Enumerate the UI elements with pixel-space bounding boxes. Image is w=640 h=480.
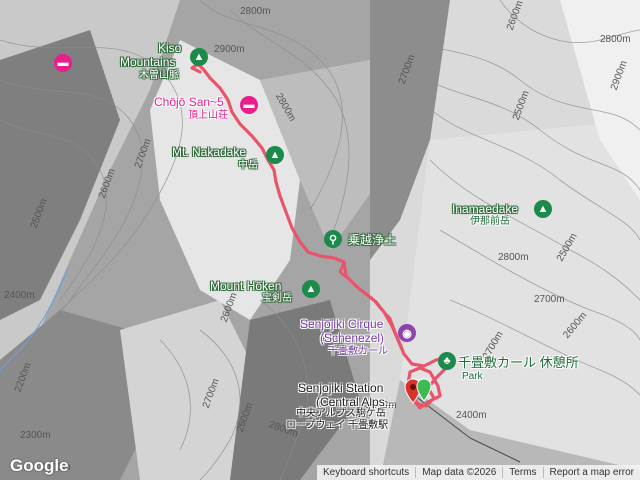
- station-label: Senjojiki Station: [298, 381, 384, 395]
- report-error-link[interactable]: Report a map error: [544, 467, 640, 478]
- keyboard-shortcuts-link[interactable]: Keyboard shortcuts: [317, 467, 415, 478]
- contour-label: 2300m: [20, 430, 51, 441]
- contour-label: 2800m: [498, 252, 529, 263]
- rest-label: 千畳敷カール 休憩所: [458, 355, 579, 370]
- cirque-label: Senjōjiki Cirque: [300, 317, 384, 331]
- nakadake-label-jp: 中岳: [238, 160, 258, 171]
- nakadake-label: Mt. Nakadake: [172, 145, 247, 159]
- contour-label: 2700m: [534, 294, 565, 305]
- station-label-jp: 中央アルプス駒ケ岳: [296, 408, 386, 419]
- camera-icon[interactable]: ◉: [398, 324, 416, 342]
- hiking-icon[interactable]: ⚲: [324, 230, 342, 248]
- hoken-label-jp: 宝剣岳: [262, 293, 292, 304]
- mountain-icon[interactable]: ▲: [190, 48, 208, 66]
- norikoshi-label: 乗越浄土: [348, 233, 397, 247]
- contour-label: 2400m: [456, 410, 487, 421]
- hotel-icon[interactable]: ▬: [240, 96, 258, 114]
- kiso-label-jp: 木曽山脈: [139, 70, 179, 81]
- inamaedake-label: Inamaedake: [452, 202, 519, 216]
- chojo-label-jp: 頂上山荘: [188, 110, 228, 121]
- mountain-icon[interactable]: ▲: [302, 280, 320, 298]
- park-icon[interactable]: ♣: [438, 352, 456, 370]
- terms-link[interactable]: Terms: [503, 467, 542, 478]
- contour-label: 2800m: [240, 6, 271, 17]
- attribution-bar: Keyboard shortcuts Map data ©2026 Terms …: [317, 465, 640, 480]
- cirque-label-2: (Schenezel): [320, 331, 385, 345]
- contour-label: 2400m: [4, 290, 35, 301]
- cirque-label-jp: 千畳敷カール: [328, 346, 388, 357]
- hoken-label: Mount Hōken: [210, 279, 282, 293]
- mountain-icon[interactable]: ▲: [266, 146, 284, 164]
- map-canvas[interactable]: 2800m 2900m 2700m 2600m 2500m 2400m 2200…: [0, 0, 640, 480]
- rest-label-en: Park: [462, 371, 483, 382]
- chojo-label: Chōjō San~5: [154, 95, 224, 109]
- mountain-icon[interactable]: ▲: [534, 200, 552, 218]
- contour-label: 2900m: [214, 44, 245, 55]
- map-data-text: Map data ©2026: [422, 467, 497, 478]
- map-pin-icon[interactable]: [416, 378, 432, 402]
- kiso-label-2: Mountains: [120, 55, 176, 69]
- inamaedake-label-jp: 伊那前岳: [470, 216, 510, 227]
- hotel-icon[interactable]: ▬: [54, 54, 72, 72]
- contour-label: 2800m: [600, 34, 631, 45]
- station-label-jp-2: ロープウェイ 千畳敷駅: [286, 420, 389, 431]
- google-logo: Google: [10, 456, 69, 475]
- kiso-label: Kiso: [158, 41, 182, 55]
